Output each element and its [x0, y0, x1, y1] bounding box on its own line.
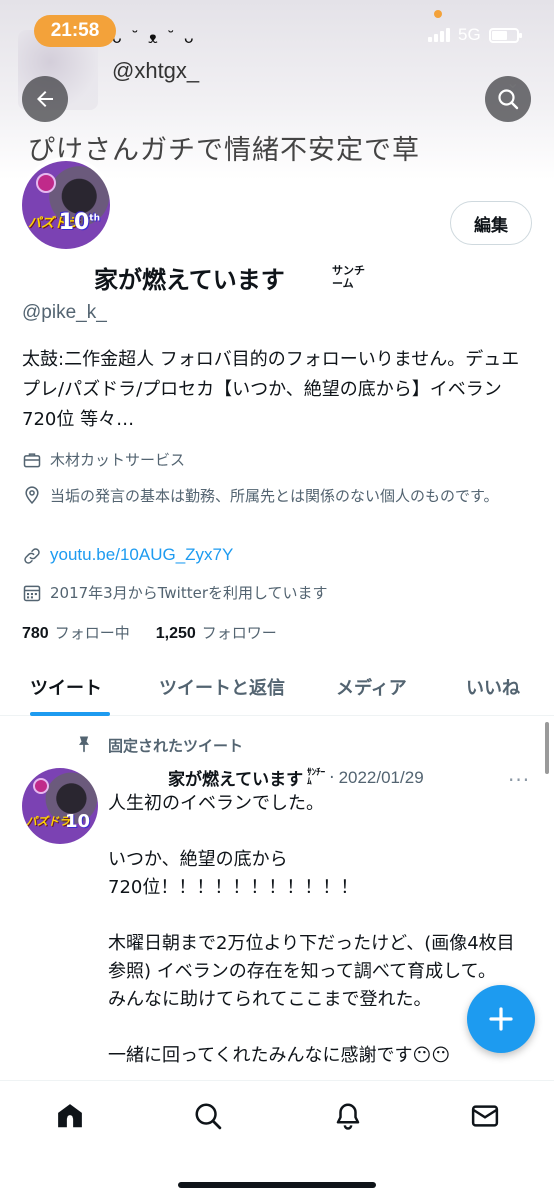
nav-home[interactable]: [55, 1101, 85, 1131]
nav-messages[interactable]: [470, 1101, 500, 1131]
following-label[interactable]: フォロー中: [55, 622, 130, 643]
tweet-text[interactable]: 人生初のイベランでした。 いつか、絶望の底から 720位！！！！！！！！！！！ …: [108, 790, 528, 1070]
tweet-date[interactable]: 2022/01/29: [339, 768, 424, 788]
search-icon: [498, 89, 519, 110]
profile-link[interactable]: youtu.be/10AUG_Zyx7Y: [22, 545, 233, 566]
profile-link-text[interactable]: youtu.be/10AUG_Zyx7Y: [50, 545, 233, 565]
following-count[interactable]: 780: [22, 625, 49, 643]
status-time: 21:58: [34, 15, 116, 47]
briefcase-icon: [23, 453, 41, 468]
avatar-badge: [36, 173, 56, 193]
follow-stats: 780 フォロー中 1,250 フォロワー: [22, 622, 277, 643]
compose-tweet-button[interactable]: [467, 985, 535, 1053]
avatar-logo-number: 10th: [59, 210, 100, 235]
profile-joined: 2017年3月からTwitterを利用しています: [22, 582, 328, 603]
profile-bio: 太鼓:二作金超人 フォロバ目的のフォローいりません。デュエプレ/パズドラ/プロセ…: [22, 349, 520, 430]
banner-emote: ᴗ ˘ ᴥ ˘ ᴗ: [112, 28, 196, 47]
tweet-author-name[interactable]: 家が燃えています: [168, 765, 303, 790]
followers-count[interactable]: 1,250: [156, 625, 196, 643]
tab-tweets-and-replies[interactable]: ツイートと返信: [159, 674, 285, 700]
search-icon: [195, 1103, 222, 1130]
profile-location: 当垢の発言の基本は勤務、所属先とは関係のない個人のものです。: [22, 484, 522, 508]
profile-job-text: 木材カットサービス: [50, 451, 186, 469]
home-indicator[interactable]: [178, 1182, 376, 1188]
status-icons: 5G: [428, 24, 522, 46]
banner-handle-text: @xhtgx_: [112, 58, 200, 83]
followers-label[interactable]: フォロワー: [202, 622, 277, 643]
tweet-avatar-logo-text: パズドラ: [26, 815, 70, 828]
nav-search[interactable]: [193, 1101, 223, 1131]
profile-job: 木材カットサービス: [22, 449, 185, 470]
pin-icon: [79, 736, 89, 753]
edit-profile-button[interactable]: 編集: [450, 201, 532, 245]
tweet-header: 家が燃えています ｻﾝﾁｰﾑ · 2022/01/29: [168, 765, 424, 791]
network-type: 5G: [458, 25, 481, 44]
mail-icon: [471, 1105, 499, 1127]
avatar-number-suffix: th: [89, 213, 100, 224]
display-name: 家が燃えています: [94, 266, 285, 294]
profile-location-text: 当垢の発言の基本は勤務、所属先とは関係のない個人のものです。: [50, 487, 499, 505]
scrollbar[interactable]: [545, 722, 549, 774]
plus-icon: [489, 1007, 513, 1031]
active-tab-indicator: [30, 712, 110, 716]
signal-icon: [428, 28, 450, 42]
nav-notifications[interactable]: [333, 1101, 363, 1131]
tweet-avatar-badge: [33, 778, 49, 794]
link-icon: [24, 548, 40, 564]
more-options-icon[interactable]: ···: [508, 768, 530, 792]
bell-icon: [336, 1103, 360, 1130]
profile-tabs: ツイート ツイートと返信 メディア いいね: [0, 662, 554, 716]
arrow-left-icon: [37, 91, 53, 107]
tweet-avatar-logo-number: 10: [64, 811, 90, 832]
profile-joined-text: 2017年3月からTwitterを利用しています: [50, 584, 328, 602]
battery-icon: [488, 27, 522, 43]
tab-media[interactable]: メディア: [336, 674, 407, 700]
profile-handle: @pike_k_: [22, 302, 107, 323]
tab-likes[interactable]: いいね: [466, 674, 520, 700]
display-name-suffix: サンチーム: [332, 264, 365, 290]
tweet-author-suffix: ｻﾝﾁｰﾑ: [307, 767, 326, 787]
tweet-separator: ·: [329, 767, 335, 788]
privacy-indicator-dot: [434, 10, 442, 18]
avatar-number: 10: [58, 210, 90, 235]
pinned-tweet-label: 固定されたツイート: [108, 737, 244, 755]
tweet-author-avatar[interactable]: パズドラ 10: [22, 768, 98, 844]
profile-avatar[interactable]: パズドラ 10th: [18, 157, 114, 253]
back-button[interactable]: [22, 76, 68, 122]
avatar-image: パズドラ 10th: [22, 161, 110, 249]
search-button[interactable]: [485, 76, 531, 122]
home-icon: [58, 1104, 82, 1128]
tab-tweets[interactable]: ツイート: [30, 674, 102, 700]
calendar-icon: [23, 585, 41, 602]
location-pin-icon: [25, 486, 39, 504]
